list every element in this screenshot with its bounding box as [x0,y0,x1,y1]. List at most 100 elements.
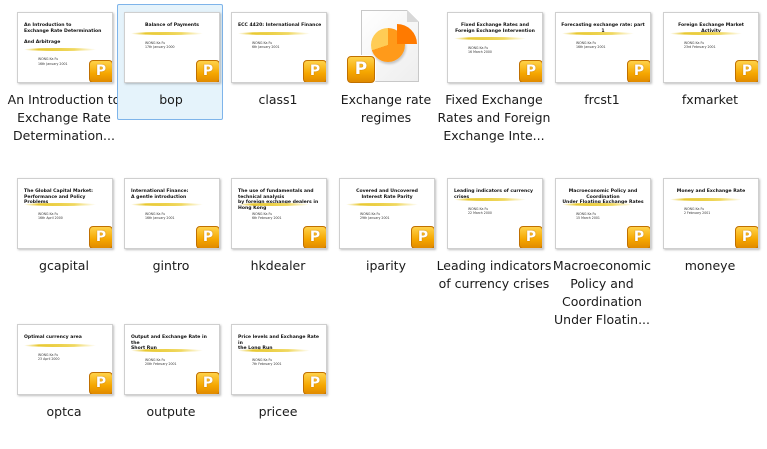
slide-swoosh-decoration [670,197,742,201]
slide-author: WONG Ka Fu 7th February 2001 [252,358,282,367]
file-item-moneye[interactable]: Money and Exchange Rate WONG Ka Fu 2 Febr… [656,170,762,286]
slide-author: WONG Ka Fu 2 February 2001 [684,206,711,215]
file-name-label: frcst1 [584,92,620,107]
file-name-label: outpute [146,404,196,419]
slide-author: WONG Ka Fu 6th February 2001 [252,212,282,221]
slide-thumbnail: Macroeconomic Policy and Coordination Un… [555,178,651,249]
slide-swoosh-decoration [131,203,203,207]
slide-author: WONG Ka Fu 23rd February 2001 [684,40,716,49]
file-name-label: fxmarket [681,92,739,107]
powerpoint-badge-icon: P [89,226,112,248]
file-item-iparity[interactable]: Covered and Uncovered Interest Rate Pari… [332,170,438,286]
slide-title: Balance of Payments [144,23,200,28]
slide-swoosh-decoration [24,343,96,347]
file-name-label: hkdealer [250,258,306,273]
slide-title: ECC 4420: International Finance [238,23,322,28]
powerpoint-badge-icon: P [303,226,326,248]
powerpoint-badge-icon: P [196,226,219,248]
powerpoint-badge-icon: P [303,60,326,82]
slide-author: WONG Ka Fu 15 March 2001 [576,212,600,221]
file-name-label: An Introduction to Exchange Rate Determi… [7,92,121,143]
slide-swoosh-decoration [454,197,526,201]
slide-title: Fixed Exchange Rates and Foreign Exchang… [455,23,535,34]
powerpoint-badge-icon: P [411,226,434,248]
file-item-fixed[interactable]: Fixed Exchange Rates and Foreign Exchang… [438,4,550,143]
slide-author: WONG Ka Fu 20th February 2001 [145,358,177,367]
slide-author: WONG Ka Fu 17th January 2000 [145,40,175,49]
slide-title: International Finance: A gentle introduc… [131,189,189,200]
slide-thumbnail: Price levels and Exchange Rate in the Lo… [231,324,327,395]
powerpoint-badge-icon: P [303,372,326,394]
slide-thumbnail: An Introduction to Exchange Rate Determi… [17,12,113,83]
slide-title: The use of fundamentals and technical an… [238,189,319,211]
slide-title: An Introduction to Exchange Rate Determi… [24,23,102,45]
file-name-label: class1 [258,92,298,107]
slide-thumbnail: Forecasting exchange rate: part 1WONG Ka… [555,12,651,83]
file-item-gintro[interactable]: International Finance: A gentle introduc… [117,170,223,286]
file-item-bop[interactable]: Balance of Payments WONG Ka Fu 17th Janua… [117,4,223,120]
file-item-optca[interactable]: Optimal currency area WONG Ka Fu 23 April… [10,316,116,432]
slide-thumbnail: Optimal currency area WONG Ka Fu 23 April… [17,324,113,395]
slide-thumbnail: Covered and Uncovered Interest Rate Pari… [339,178,435,249]
powerpoint-badge-icon: P [627,60,650,82]
slide-author: WONG Ka Fu 16th January 2001 [145,212,175,221]
powerpoint-badge-icon: P [519,226,542,248]
powerpoint-badge-icon: P [196,372,219,394]
file-name-label: iparity [366,258,406,273]
slide-thumbnail: ECC 4420: International Finance WONG Ka F… [231,12,327,83]
slide-thumbnail: The use of fundamentals and technical an… [231,178,327,249]
file-name-label: Fixed Exchange Rates and Foreign Exchang… [437,92,551,143]
file-item-hkdealer[interactable]: The use of fundamentals and technical an… [224,170,330,286]
slide-author: WONG Ka Fu 16 March 2000 [468,46,492,55]
slide-thumbnail: Fixed Exchange Rates and Foreign Exchang… [447,12,543,83]
file-grid: An Introduction to Exchange Rate Determi… [0,0,767,449]
slide-author: WONG Ka Fu 23 April 2000 [38,352,60,361]
powerpoint-badge-icon: P [347,56,375,83]
file-item-frcst1[interactable]: Forecasting exchange rate: part 1WONG Ka… [548,4,654,120]
file-item-regimes[interactable]: P Exchange rate regimes [332,4,438,125]
slide-thumbnail: Money and Exchange Rate WONG Ka Fu 2 Febr… [663,178,759,249]
file-item-pricee[interactable]: Price levels and Exchange Rate in the Lo… [224,316,330,432]
file-item-outpute[interactable]: Output and Exchange Rate in the Short Ru… [117,316,223,432]
pptx-file-icon: P [347,10,425,86]
slide-swoosh-decoration [346,203,418,207]
file-name-label: optca [46,404,82,419]
slide-author: WONG Ka Fu 16th April 2000 [38,212,63,221]
slide-swoosh-decoration [131,31,203,35]
file-name-label: bop [159,92,183,107]
file-item-intro[interactable]: An Introduction to Exchange Rate Determi… [8,4,120,143]
powerpoint-badge-icon: P [627,226,650,248]
file-name-label: pricee [258,404,298,419]
slide-author: WONG Ka Fu 22 March 2000 [468,206,492,215]
slide-title: Optimal currency area [24,335,82,340]
file-name-label: gcapital [39,258,89,273]
file-name-label: moneye [684,258,736,273]
file-name-label: Macroeconomic Policy and Coordination Un… [552,258,652,327]
powerpoint-badge-icon: P [735,226,758,248]
slide-thumbnail: The Global Capital Market: Performance a… [17,178,113,249]
slide-title: Money and Exchange Rate [676,189,746,194]
powerpoint-badge-icon: P [89,372,112,394]
slide-thumbnail: Foreign Exchange Market ActivityWONG Ka … [663,12,759,83]
slide-author: WONG Ka Fu 29th January 2001 [360,212,390,221]
file-item-class1[interactable]: ECC 4420: International Finance WONG Ka F… [224,4,330,120]
file-item-macro[interactable]: Macroeconomic Policy and Coordination Un… [548,170,654,327]
file-item-fxmarket[interactable]: Foreign Exchange Market ActivityWONG Ka … [656,4,762,120]
slide-author: WONG Ka Fu 16th January 2001 [576,40,606,49]
slide-swoosh-decoration [238,31,310,35]
slide-thumbnail: Balance of Payments WONG Ka Fu 17th Janua… [124,12,220,83]
powerpoint-badge-icon: P [519,60,542,82]
slide-swoosh-decoration [24,48,96,52]
slide-title: Covered and Uncovered Interest Rate Pari… [356,189,418,200]
file-item-leading[interactable]: Leading indicators of currency crises WON… [437,170,551,291]
powerpoint-badge-icon: P [196,60,219,82]
slide-thumbnail: Leading indicators of currency crises WON… [447,178,543,249]
slide-author: WONG Ka Fu 16th January 2001 [38,57,68,66]
slide-swoosh-decoration [670,31,742,35]
file-name-label: Exchange rate regimes [340,92,432,125]
file-name-label: gintro [152,258,190,273]
slide-thumbnail: Output and Exchange Rate in the Short Ru… [124,324,220,395]
slide-author: WONG Ka Fu 6th January 2001 [252,40,280,49]
file-item-gcapital[interactable]: The Global Capital Market: Performance a… [10,170,116,286]
slide-thumbnail: International Finance: A gentle introduc… [124,178,220,249]
